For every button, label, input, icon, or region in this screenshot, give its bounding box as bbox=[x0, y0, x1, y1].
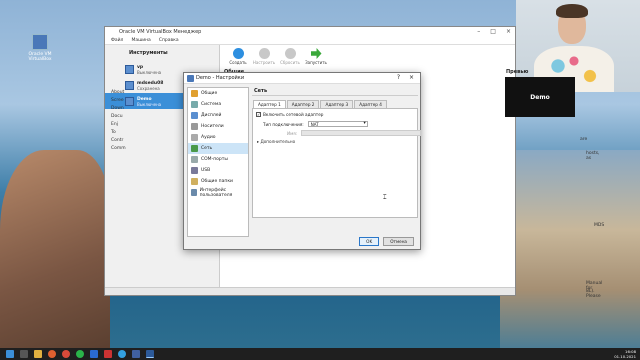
help-icon[interactable]: ? bbox=[397, 74, 400, 81]
discard-icon bbox=[284, 48, 296, 59]
desktop-beach bbox=[500, 150, 640, 350]
vm-icon bbox=[125, 96, 134, 106]
manager-menubar: Файл Машина Справка bbox=[105, 37, 515, 45]
minimize-icon[interactable]: – bbox=[477, 28, 480, 35]
nav-serial-ports[interactable]: COM-порты bbox=[188, 154, 248, 165]
menu-machine[interactable]: Машина bbox=[131, 38, 150, 43]
system-icon bbox=[191, 101, 198, 108]
storage-icon bbox=[191, 123, 198, 130]
pdf-icon[interactable] bbox=[104, 350, 112, 358]
start-button[interactable]: Запустить bbox=[305, 48, 327, 65]
nav-storage[interactable]: Носители bbox=[188, 121, 248, 132]
nav-system[interactable]: Система bbox=[188, 99, 248, 110]
tab-adapter-1[interactable]: Адаптер 1 bbox=[253, 100, 286, 108]
adapter-panel: ✓ Включить сетевой адаптер Тип подключени… bbox=[252, 108, 422, 218]
mouse-cursor-icon: ⌶ bbox=[383, 194, 387, 201]
nav-general[interactable]: Общие bbox=[188, 88, 248, 99]
browser-icon[interactable] bbox=[48, 350, 56, 358]
settings-button[interactable]: Настроить bbox=[253, 48, 275, 65]
tab-adapter-2[interactable]: Адаптер 2 bbox=[286, 100, 320, 108]
virtualbox-icon bbox=[187, 75, 194, 82]
section-title: Сеть bbox=[252, 87, 418, 96]
checkbox-icon: ✓ bbox=[256, 112, 261, 117]
virtualbox-icon bbox=[32, 34, 48, 50]
telegram-icon[interactable] bbox=[118, 350, 126, 358]
close-icon[interactable]: × bbox=[506, 28, 511, 35]
link-end-user[interactable]: Enj bbox=[111, 121, 126, 129]
cancel-button[interactable]: Отмена bbox=[383, 237, 414, 246]
tab-adapter-3[interactable]: Адаптер 3 bbox=[320, 100, 354, 108]
vm-icon bbox=[125, 64, 134, 74]
create-button[interactable]: Создать bbox=[228, 48, 248, 65]
serial-port-icon bbox=[191, 156, 198, 163]
general-icon bbox=[191, 90, 198, 97]
chrome-icon[interactable] bbox=[62, 350, 70, 358]
discard-button[interactable]: Сбросить bbox=[280, 48, 300, 65]
search-icon[interactable] bbox=[20, 350, 28, 358]
menu-help[interactable]: Справка bbox=[159, 38, 179, 43]
nav-usb[interactable]: USB bbox=[188, 165, 248, 176]
app-icon[interactable] bbox=[90, 350, 98, 358]
adapter-tabs: Адаптер 1 Адаптер 2 Адаптер 3 Адаптер 4 bbox=[252, 100, 418, 108]
manager-titlebar: Oracle VM VirtualBox Менеджер – □ × bbox=[105, 27, 515, 37]
virtualbox-taskbar-icon[interactable] bbox=[146, 350, 154, 358]
desktop-rock bbox=[0, 150, 110, 350]
enable-adapter-checkbox[interactable]: ✓ Включить сетевой адаптер bbox=[256, 112, 323, 117]
preview-heading: Превью bbox=[506, 69, 529, 75]
nav-shared-folders[interactable]: Общие папки bbox=[188, 176, 248, 187]
audio-icon bbox=[191, 134, 198, 141]
link-docs[interactable]: Docu bbox=[111, 113, 126, 121]
create-icon bbox=[232, 48, 244, 59]
link-about[interactable]: About bbox=[111, 89, 126, 97]
link-screenshots[interactable]: Scree bbox=[111, 97, 126, 105]
nav-user-interface[interactable]: Интерфейс пользователя bbox=[188, 187, 248, 198]
desktop-icon-virtualbox[interactable]: Oracle VM VirtualBox bbox=[22, 34, 58, 62]
close-icon[interactable]: × bbox=[409, 74, 414, 81]
manager-bottom-bar bbox=[105, 287, 515, 295]
whatsapp-icon[interactable] bbox=[76, 350, 84, 358]
taskbar: 16:08 01.10.2021 bbox=[0, 348, 640, 360]
vm-icon bbox=[125, 80, 134, 90]
folder-icon bbox=[191, 178, 198, 185]
settings-page: Сеть Адаптер 1 Адаптер 2 Адаптер 3 Адапт… bbox=[252, 87, 422, 237]
attached-to-select[interactable]: NAT bbox=[307, 121, 368, 127]
start-arrow-icon bbox=[310, 48, 322, 59]
ok-button[interactable]: OK bbox=[359, 237, 380, 246]
manager-toolbar: Создать Настроить Сбросить Запустить bbox=[220, 45, 515, 67]
file-explorer-icon[interactable] bbox=[34, 350, 42, 358]
system-clock[interactable]: 16:08 01.10.2021 bbox=[614, 349, 636, 359]
start-menu-icon[interactable] bbox=[6, 350, 14, 358]
app-icon[interactable] bbox=[132, 350, 140, 358]
nav-display[interactable]: Дисплей bbox=[188, 110, 248, 121]
link-tech[interactable]: To bbox=[111, 129, 126, 137]
usb-icon bbox=[191, 167, 198, 174]
tab-adapter-4[interactable]: Адаптер 4 bbox=[354, 100, 387, 108]
tools-item[interactable]: Инструменты bbox=[105, 45, 219, 61]
advanced-toggle[interactable]: ▸ Дополнительно bbox=[257, 139, 295, 144]
link-downloads[interactable]: Down bbox=[111, 105, 126, 113]
user-interface-icon bbox=[191, 189, 197, 196]
preview-screen: Demo bbox=[505, 77, 575, 117]
settings-dialog: Demo - Настройки ? × Общие Система Диспл… bbox=[183, 72, 422, 250]
welcome-links: About Scree Down Docu Enj To Contr Comm bbox=[111, 89, 126, 153]
gear-icon bbox=[258, 48, 270, 59]
menu-file[interactable]: Файл bbox=[111, 38, 123, 43]
maximize-icon[interactable]: □ bbox=[490, 28, 496, 35]
nav-audio[interactable]: Аудио bbox=[188, 132, 248, 143]
dialog-titlebar: Demo - Настройки ? × bbox=[184, 73, 420, 84]
link-community[interactable]: Comm bbox=[111, 145, 126, 153]
settings-nav: Общие Система Дисплей Носители Аудио Сет… bbox=[187, 87, 249, 237]
display-icon bbox=[191, 112, 198, 119]
nav-network[interactable]: Сеть bbox=[188, 143, 248, 154]
link-contrib[interactable]: Contr bbox=[111, 137, 126, 145]
adapter-name-select bbox=[301, 130, 422, 136]
network-icon bbox=[191, 145, 198, 152]
